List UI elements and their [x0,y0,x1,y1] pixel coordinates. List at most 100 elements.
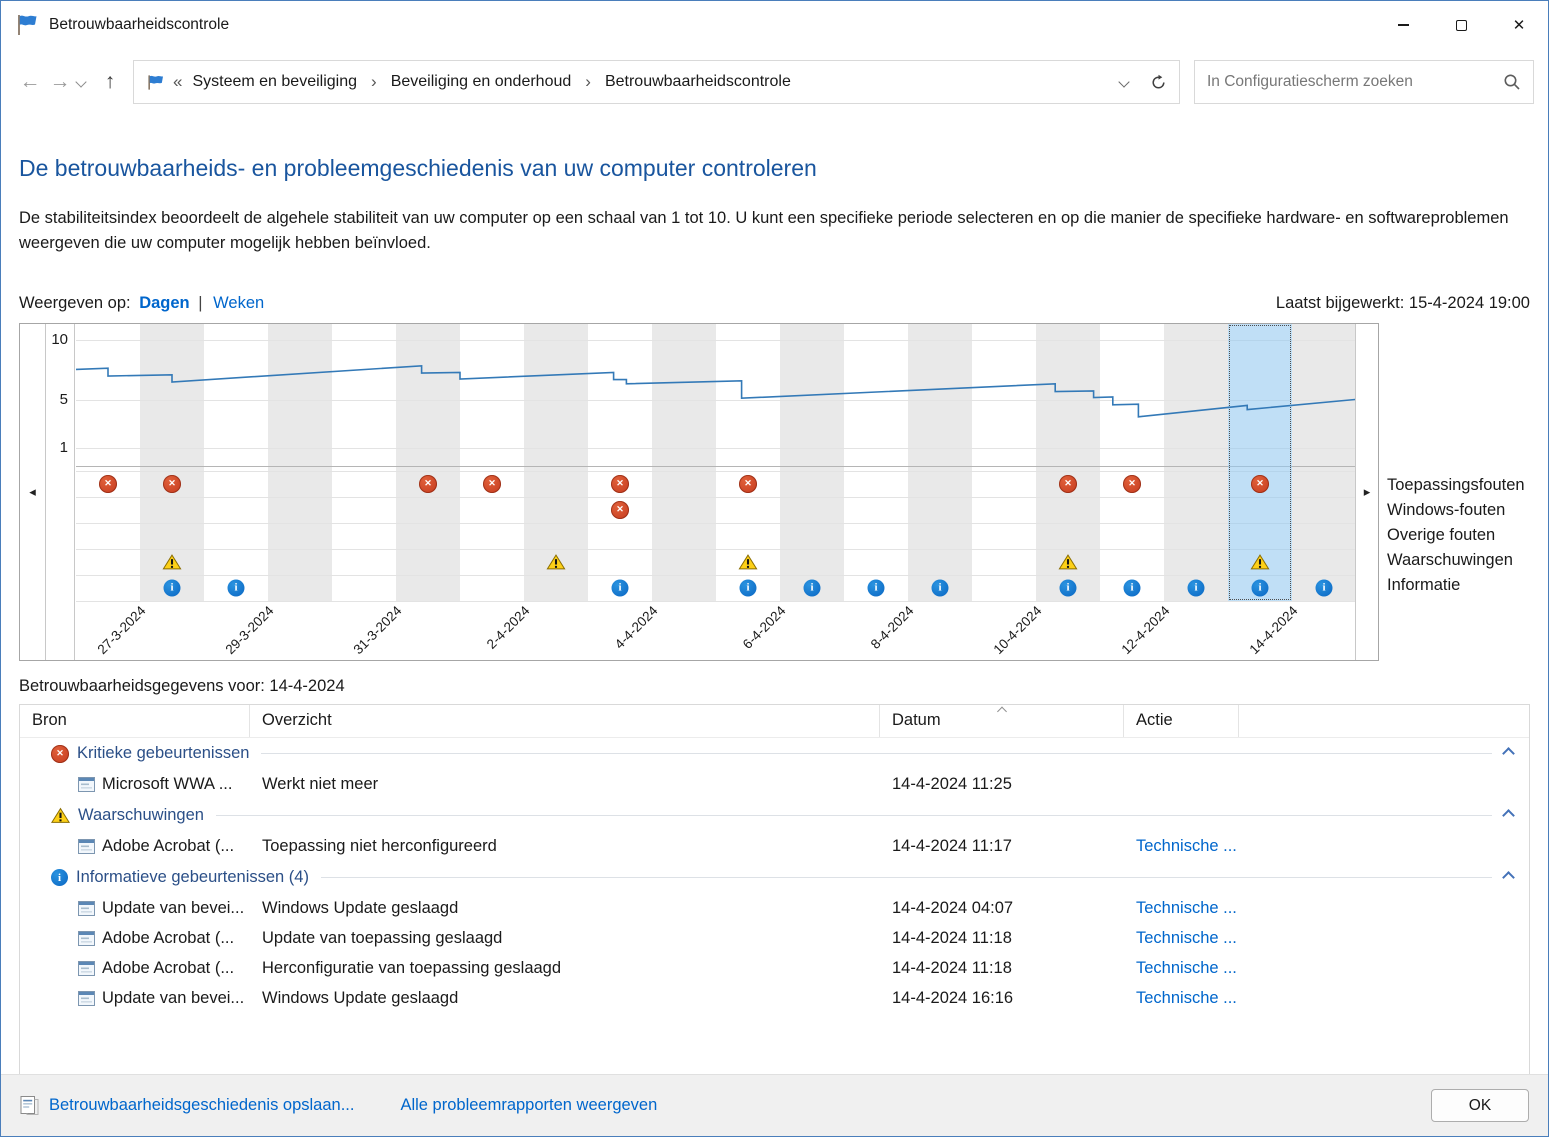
refresh-icon[interactable] [1150,74,1167,91]
collapse-chevron-icon[interactable] [1502,871,1515,884]
chart-row-gridline [76,470,1355,472]
event-row[interactable]: Update van bevei... Windows Update geslaa… [20,894,1529,924]
maximize-icon [1455,19,1467,31]
minimize-button[interactable] [1374,1,1432,49]
chart-row-label: Overige fouten [1387,525,1496,544]
technical-details-link[interactable]: Technische ... [1136,837,1239,856]
view-all-reports-link[interactable]: Alle probleemrapporten weergeven [400,1096,657,1115]
chart-scroll-left-button[interactable]: ◂ [20,323,46,660]
chart-row-label: Toepassingsfouten [1387,475,1525,494]
save-history-link[interactable]: Betrouwbaarheidsgeschiedenis opslaan... [49,1096,354,1115]
application-window-icon [78,991,95,1006]
application-window-icon [78,777,95,792]
event-row[interactable]: Adobe Acrobat (... Toepassing niet hercon… [20,832,1529,862]
breadcrumb-item-security-maintenance[interactable]: Beveiliging en onderhoud [391,73,572,91]
event-source-cell: Update van bevei... [20,899,250,918]
address-dropdown-chevron-icon[interactable] [1118,76,1130,88]
information-icon: i [51,869,68,886]
search-icon[interactable] [1503,73,1521,91]
maximize-button[interactable] [1432,1,1490,49]
critical-event-icon: ✕ [99,474,117,493]
column-header-blank [1239,705,1529,737]
chart-scroll-right-button[interactable]: ▸ [1355,323,1378,660]
event-action-cell: Technische ... [1124,899,1239,918]
information-icon: i [227,579,245,596]
event-source-cell: Adobe Acrobat (... [20,837,250,856]
event-date-cell: 14-4-2024 11:18 [892,959,1012,977]
close-button[interactable]: ✕ [1490,1,1548,49]
breadcrumb-item-reliability-monitor[interactable]: Betrouwbaarheidscontrole [605,73,791,91]
technical-details-link[interactable]: Technische ... [1136,959,1239,978]
titlebar: Betrouwbaarheidscontrole ✕ [1,1,1548,49]
page-title: De betrouwbaarheids- en probleemgeschied… [19,155,817,181]
information-icon: i [1251,579,1269,596]
breadcrumb-root-chevron[interactable]: « [171,72,186,92]
breadcrumb-separator-icon: › [371,72,377,91]
technical-details-link[interactable]: Technische ... [1136,899,1239,918]
collapse-chevron-icon[interactable] [1502,809,1515,822]
y-axis-tick-label: 5 [59,390,68,408]
critical-event-icon: ✕ [1059,474,1077,493]
chart-row-label: Informatie [1387,575,1461,594]
application-window-icon [78,931,95,946]
column-header-actie[interactable]: Actie [1124,704,1239,737]
minimize-icon [1397,24,1409,26]
warning-icon [738,553,758,570]
forward-button[interactable]: → [45,70,75,94]
address-bar[interactable]: « Systeem en beveiliging › Beveiliging e… [133,60,1180,104]
ok-button[interactable]: OK [1431,1089,1529,1122]
view-separator: | [198,293,203,312]
chart-legend: Toepassingsfouten Windows-fouten Overige f… [1379,323,1525,661]
event-group-header[interactable]: i Informatieve gebeurtenissen (4) [20,862,1529,894]
search-box[interactable] [1194,60,1534,104]
page-description: De stabiliteitsindex beoordeelt de algeh… [19,209,1509,252]
column-header-bron[interactable]: Bron [20,704,250,737]
technical-details-link[interactable]: Technische ... [1136,989,1239,1008]
application-window-icon [78,961,95,976]
breadcrumb-separator-icon: › [585,72,591,91]
information-icon: i [931,579,949,596]
event-source-cell: Adobe Acrobat (... [20,959,250,978]
warning-icon [51,807,70,824]
search-input[interactable] [1207,73,1503,91]
critical-event-icon: ✕ [1251,474,1269,493]
stability-index-line [76,364,1355,418]
event-date-cell: 14-4-2024 04:07 [892,899,1014,917]
event-row[interactable]: Update van bevei... Windows Update geslaa… [20,984,1529,1014]
technical-details-link[interactable]: Technische ... [1136,929,1239,948]
collapse-chevron-icon[interactable] [1502,747,1515,760]
event-row[interactable]: Adobe Acrobat (... Update van toepassing … [20,924,1529,954]
event-group-header[interactable]: ✕ Kritieke gebeurtenissen [20,738,1529,770]
column-header-datum-label: Datum [892,711,941,729]
event-date-cell: 14-4-2024 11:17 [892,837,1012,855]
event-row[interactable]: Adobe Acrobat (... Herconfiguratie van to… [20,954,1529,984]
event-overview-cell: Windows Update geslaagd [262,899,459,917]
report-icon [20,1095,39,1116]
main-content: De betrouwbaarheids- en probleemgeschied… [1,155,1548,1076]
event-group-header[interactable]: Waarschuwingen [20,800,1529,832]
y-axis-tick-label: 1 [59,438,68,456]
back-button[interactable]: ← [15,70,45,94]
chart-row-gridline [76,574,1355,576]
warning-icon [546,553,566,570]
group-divider-line [320,877,1492,878]
up-button[interactable]: ↑ [95,70,125,94]
event-date-cell: 14-4-2024 16:16 [892,989,1014,1007]
recent-pages-chevron-icon[interactable] [75,76,87,88]
critical-event-icon: ✕ [611,500,629,519]
chart-plot: ✕ ✕ ✕ ✕ ✕ ✕ ✕ ✕ ✕ ✕ i i i i i i i i i i i i 27-3-2024 29-3-2024… [76,323,1356,660]
view-days-link[interactable]: Dagen [139,294,189,312]
event-source-cell: Adobe Acrobat (... [20,929,250,948]
event-row[interactable]: Microsoft WWA ... Werkt niet meer 14-4-202… [20,770,1529,800]
column-header-overzicht[interactable]: Overzicht [250,704,880,737]
breadcrumb-item-system-and-security[interactable]: Systeem en beveiliging [192,73,357,91]
reliability-flag-icon [15,13,39,37]
sort-ascending-icon [996,706,1007,716]
column-header-datum[interactable]: Datum [880,704,1124,737]
critical-event-icon: ✕ [51,744,69,763]
chart-row-gridline [76,496,1355,498]
view-switcher: Weergeven op: Dagen | Weken [19,294,264,313]
critical-event-icon: ✕ [739,474,757,493]
event-date-cell: 14-4-2024 11:25 [892,775,1012,793]
view-weeks-link[interactable]: Weken [213,294,264,312]
